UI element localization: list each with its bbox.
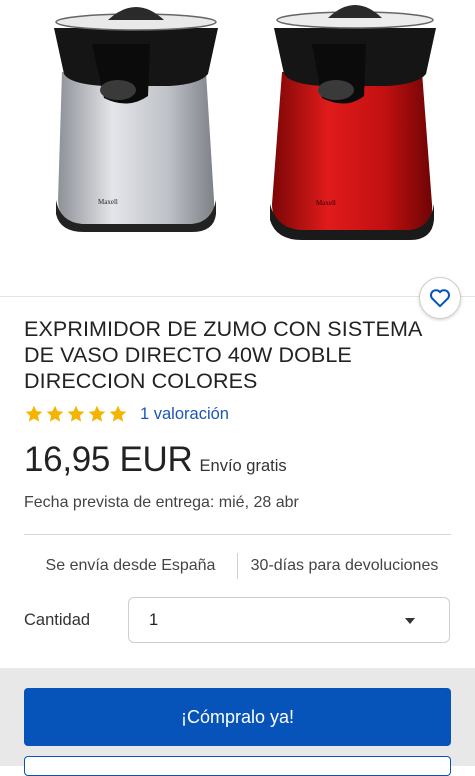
price-row: 16,95 EUR Envío gratis: [24, 440, 287, 480]
price: 16,95 EUR: [24, 440, 193, 479]
star-icon: [46, 405, 64, 422]
returns-policy: 30-días para devoluciones: [250, 557, 439, 574]
watch-button[interactable]: [419, 277, 461, 319]
star-icon: [25, 405, 43, 422]
product-title: EXPRIMIDOR DE ZUMO CON SISTEMA DE VASO D…: [24, 317, 422, 393]
quantity-select[interactable]: 1: [128, 597, 450, 643]
silver-juicer: Maxell: [54, 7, 218, 232]
caret-down-icon: [405, 618, 415, 624]
secondary-button[interactable]: [24, 756, 451, 776]
product-image[interactable]: Maxell Maxell: [0, 0, 475, 297]
star-icon: [88, 405, 106, 422]
svg-text:Maxell: Maxell: [98, 198, 118, 206]
quantity-label: Cantidad: [24, 611, 91, 629]
ships-from: Se envía desde España: [45, 557, 216, 574]
rating-row: 1 valoración: [24, 404, 229, 424]
star-icon: [109, 405, 127, 422]
product-photo: Maxell Maxell: [54, 5, 436, 240]
shipping-cost: Envío gratis: [199, 457, 287, 475]
rating-stars: [24, 404, 128, 424]
heart-outline-icon: [429, 289, 451, 308]
buy-now-button[interactable]: ¡Cómpralo ya!: [24, 688, 451, 746]
shipping-info: Se envía desde España 30-días para devol…: [24, 552, 451, 580]
divider: [24, 534, 451, 535]
reviews-link[interactable]: 1 valoración: [140, 405, 229, 424]
star-icon: [67, 405, 85, 422]
quantity-value: 1: [149, 611, 159, 629]
red-juicer: Maxell: [270, 5, 436, 240]
svg-text:Maxell: Maxell: [316, 199, 336, 207]
delivery-estimate: Fecha prevista de entrega: mié, 28 abr: [24, 494, 299, 511]
action-area: ¡Cómpralo ya!: [0, 668, 475, 776]
